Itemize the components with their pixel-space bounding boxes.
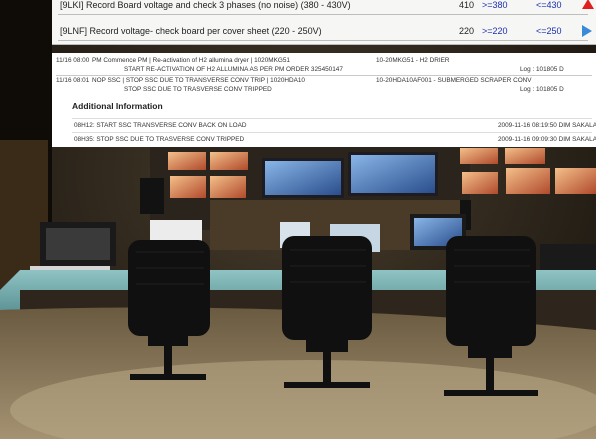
shift-log-panel: 11/16 08:00 PM Commence PM | Re-activati…: [52, 53, 596, 147]
reading-value: 220: [458, 26, 474, 36]
alarm-up-triangle-icon[interactable]: [582, 0, 594, 9]
next-arrow-icon[interactable]: [582, 25, 592, 37]
reading-label: [9LKI] Record Board voltage and check 3 …: [60, 0, 351, 10]
log-time: 11/16 08:00: [56, 57, 90, 64]
reading-max-limit: <=430: [536, 0, 562, 10]
reading-value: 410: [458, 0, 474, 10]
additional-info-text: 08H12: START SSC TRANSVERSE CONV BACK ON…: [74, 122, 247, 129]
log-reference: Log : 101805 D: [520, 66, 564, 73]
log-detail: START RE-ACTIVATION OF H2 ALLUMINA AS PE…: [124, 66, 343, 73]
reading-row: [9LNF] Record voltage- check board per c…: [58, 22, 592, 41]
reading-min-limit: >=220: [482, 26, 508, 36]
reading-min-limit: >=380: [482, 0, 508, 10]
additional-info-datetime: 2009-11-16 09:09:30 DIM SAKALA: [498, 136, 596, 143]
reading-label: [9LNF] Record voltage- check board per c…: [60, 26, 322, 36]
additional-info-heading: Additional Information: [72, 101, 163, 111]
log-reference: Log : 101805 D: [520, 86, 564, 93]
additional-info-item[interactable]: 08H12: START SSC TRANSVERSE CONV BACK ON…: [72, 118, 596, 130]
additional-info-item[interactable]: 08H35: STOP SSC DUE TO TRASVERSE CONV TR…: [72, 132, 596, 144]
reading-row: [9LKI] Record Board voltage and check 3 …: [58, 0, 594, 15]
log-equipment-tag: 10-20HDA10AF001 - SUBMERGED SCRAPER CONV: [376, 77, 532, 84]
log-summary: PM Commence PM | Re-activation of H2 all…: [92, 57, 290, 64]
additional-info-text: 08H35: STOP SSC DUE TO TRASVERSE CONV TR…: [74, 136, 245, 143]
readings-panel: [9LKI] Record Board voltage and check 3 …: [52, 0, 596, 45]
log-time: 11/16 08:01: [56, 77, 90, 84]
reading-max-limit: <=250: [536, 26, 562, 36]
additional-info-datetime: 2009-11-16 08:19:50 DIM SAKALA: [498, 122, 596, 129]
log-detail: STOP SSC DUE TO TRASVERSE CONV TRIPPED: [124, 86, 272, 93]
log-equipment-tag: 10-20MKG51 - H2 DRIER: [376, 57, 450, 64]
log-summary: NOP SSC | STOP SSC DUE TO TRANSVERSE CON…: [92, 77, 305, 84]
